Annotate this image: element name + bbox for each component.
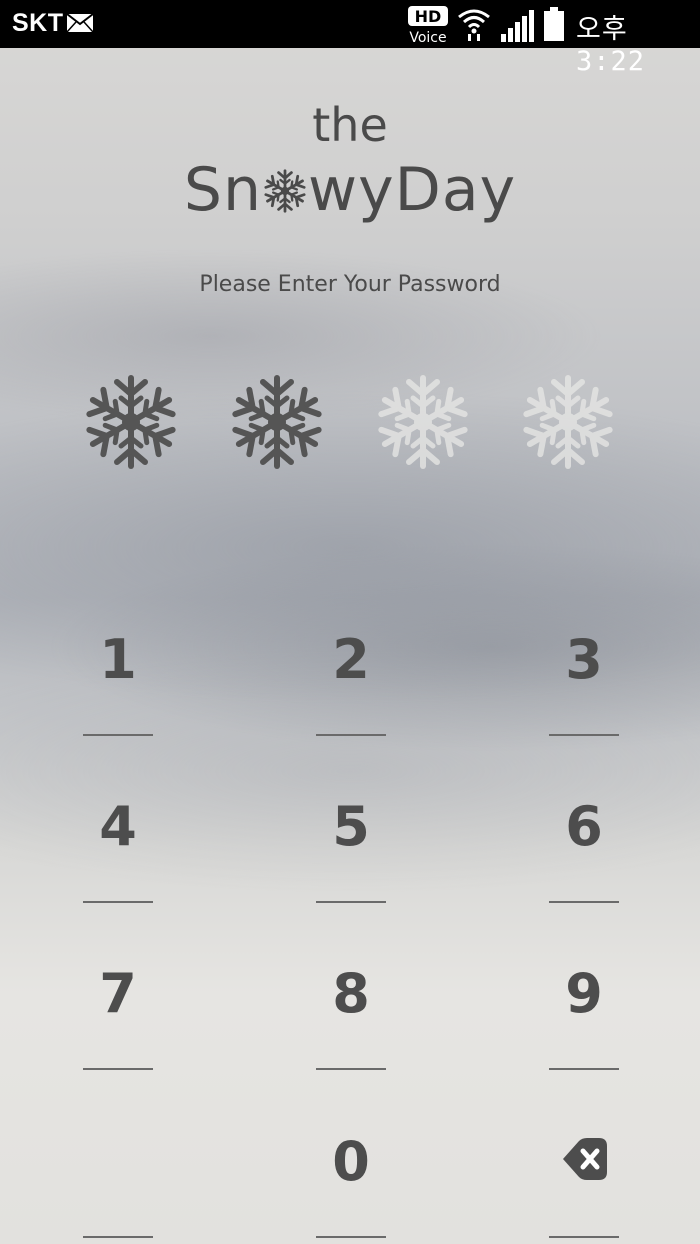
key-underline: [83, 901, 153, 903]
key-9[interactable]: 9: [509, 962, 659, 1112]
hd-voice-icon: HD Voice: [408, 6, 448, 45]
logo-name: Sn wyDay: [0, 155, 700, 225]
key-0[interactable]: 0: [276, 1130, 426, 1244]
key-underline: [83, 1068, 153, 1070]
backspace-button[interactable]: [509, 1130, 659, 1244]
key-underline: [83, 734, 153, 736]
key-6-label: 6: [565, 795, 603, 858]
key-0-label: 0: [332, 1130, 370, 1193]
backspace-icon: [563, 1138, 607, 1180]
key-underline: [316, 901, 386, 903]
mail-icon: [66, 13, 94, 33]
battery-icon: [544, 7, 564, 41]
pin-snowflake-icon-1: [78, 372, 184, 472]
key-4-label: 4: [99, 795, 137, 858]
key-underline: [549, 901, 619, 903]
password-prompt: Please Enter Your Password: [199, 272, 501, 297]
key-2-label: 2: [332, 628, 370, 691]
logo-the: the: [312, 98, 388, 152]
key-underline: [316, 734, 386, 736]
status-bar: SKT HD Voice 오후 3:22: [0, 0, 700, 77]
key-underline: [549, 734, 619, 736]
pin-indicator: [0, 372, 700, 472]
key-1-label: 1: [99, 628, 137, 691]
voice-label: Voice: [409, 30, 446, 45]
key-7-label: 7: [99, 962, 137, 1025]
key-underline: [316, 1236, 386, 1238]
pin-snowflake-icon-3: [370, 372, 476, 472]
clock: 오후 3:22: [576, 14, 646, 77]
key-5[interactable]: 5: [276, 795, 426, 945]
key-4[interactable]: 4: [43, 795, 193, 945]
key-empty: [43, 1130, 193, 1244]
pin-snowflake-icon-2: [224, 372, 330, 472]
pin-snowflake-icon-4: [515, 372, 621, 472]
key-2[interactable]: 2: [276, 628, 426, 778]
signal-icon: [501, 10, 534, 42]
snowflake-logo-icon: [262, 168, 308, 214]
key-8-label: 8: [332, 962, 370, 1025]
key-6[interactable]: 6: [509, 795, 659, 945]
key-9-label: 9: [565, 962, 603, 1025]
key-8[interactable]: 8: [276, 962, 426, 1112]
key-underline: [549, 1236, 619, 1238]
key-underline: [549, 1068, 619, 1070]
key-underline: [316, 1068, 386, 1070]
wifi-icon: [458, 9, 490, 41]
key-7[interactable]: 7: [43, 962, 193, 1112]
carrier-label: SKT: [12, 9, 64, 37]
key-1[interactable]: 1: [43, 628, 193, 778]
key-3-label: 3: [565, 628, 603, 691]
key-5-label: 5: [332, 795, 370, 858]
logo-name-suffix: wyDay: [308, 155, 517, 225]
logo-name-prefix: Sn: [183, 155, 263, 225]
hd-label: HD: [415, 7, 442, 26]
key-3[interactable]: 3: [509, 628, 659, 778]
key-underline: [83, 1236, 153, 1238]
